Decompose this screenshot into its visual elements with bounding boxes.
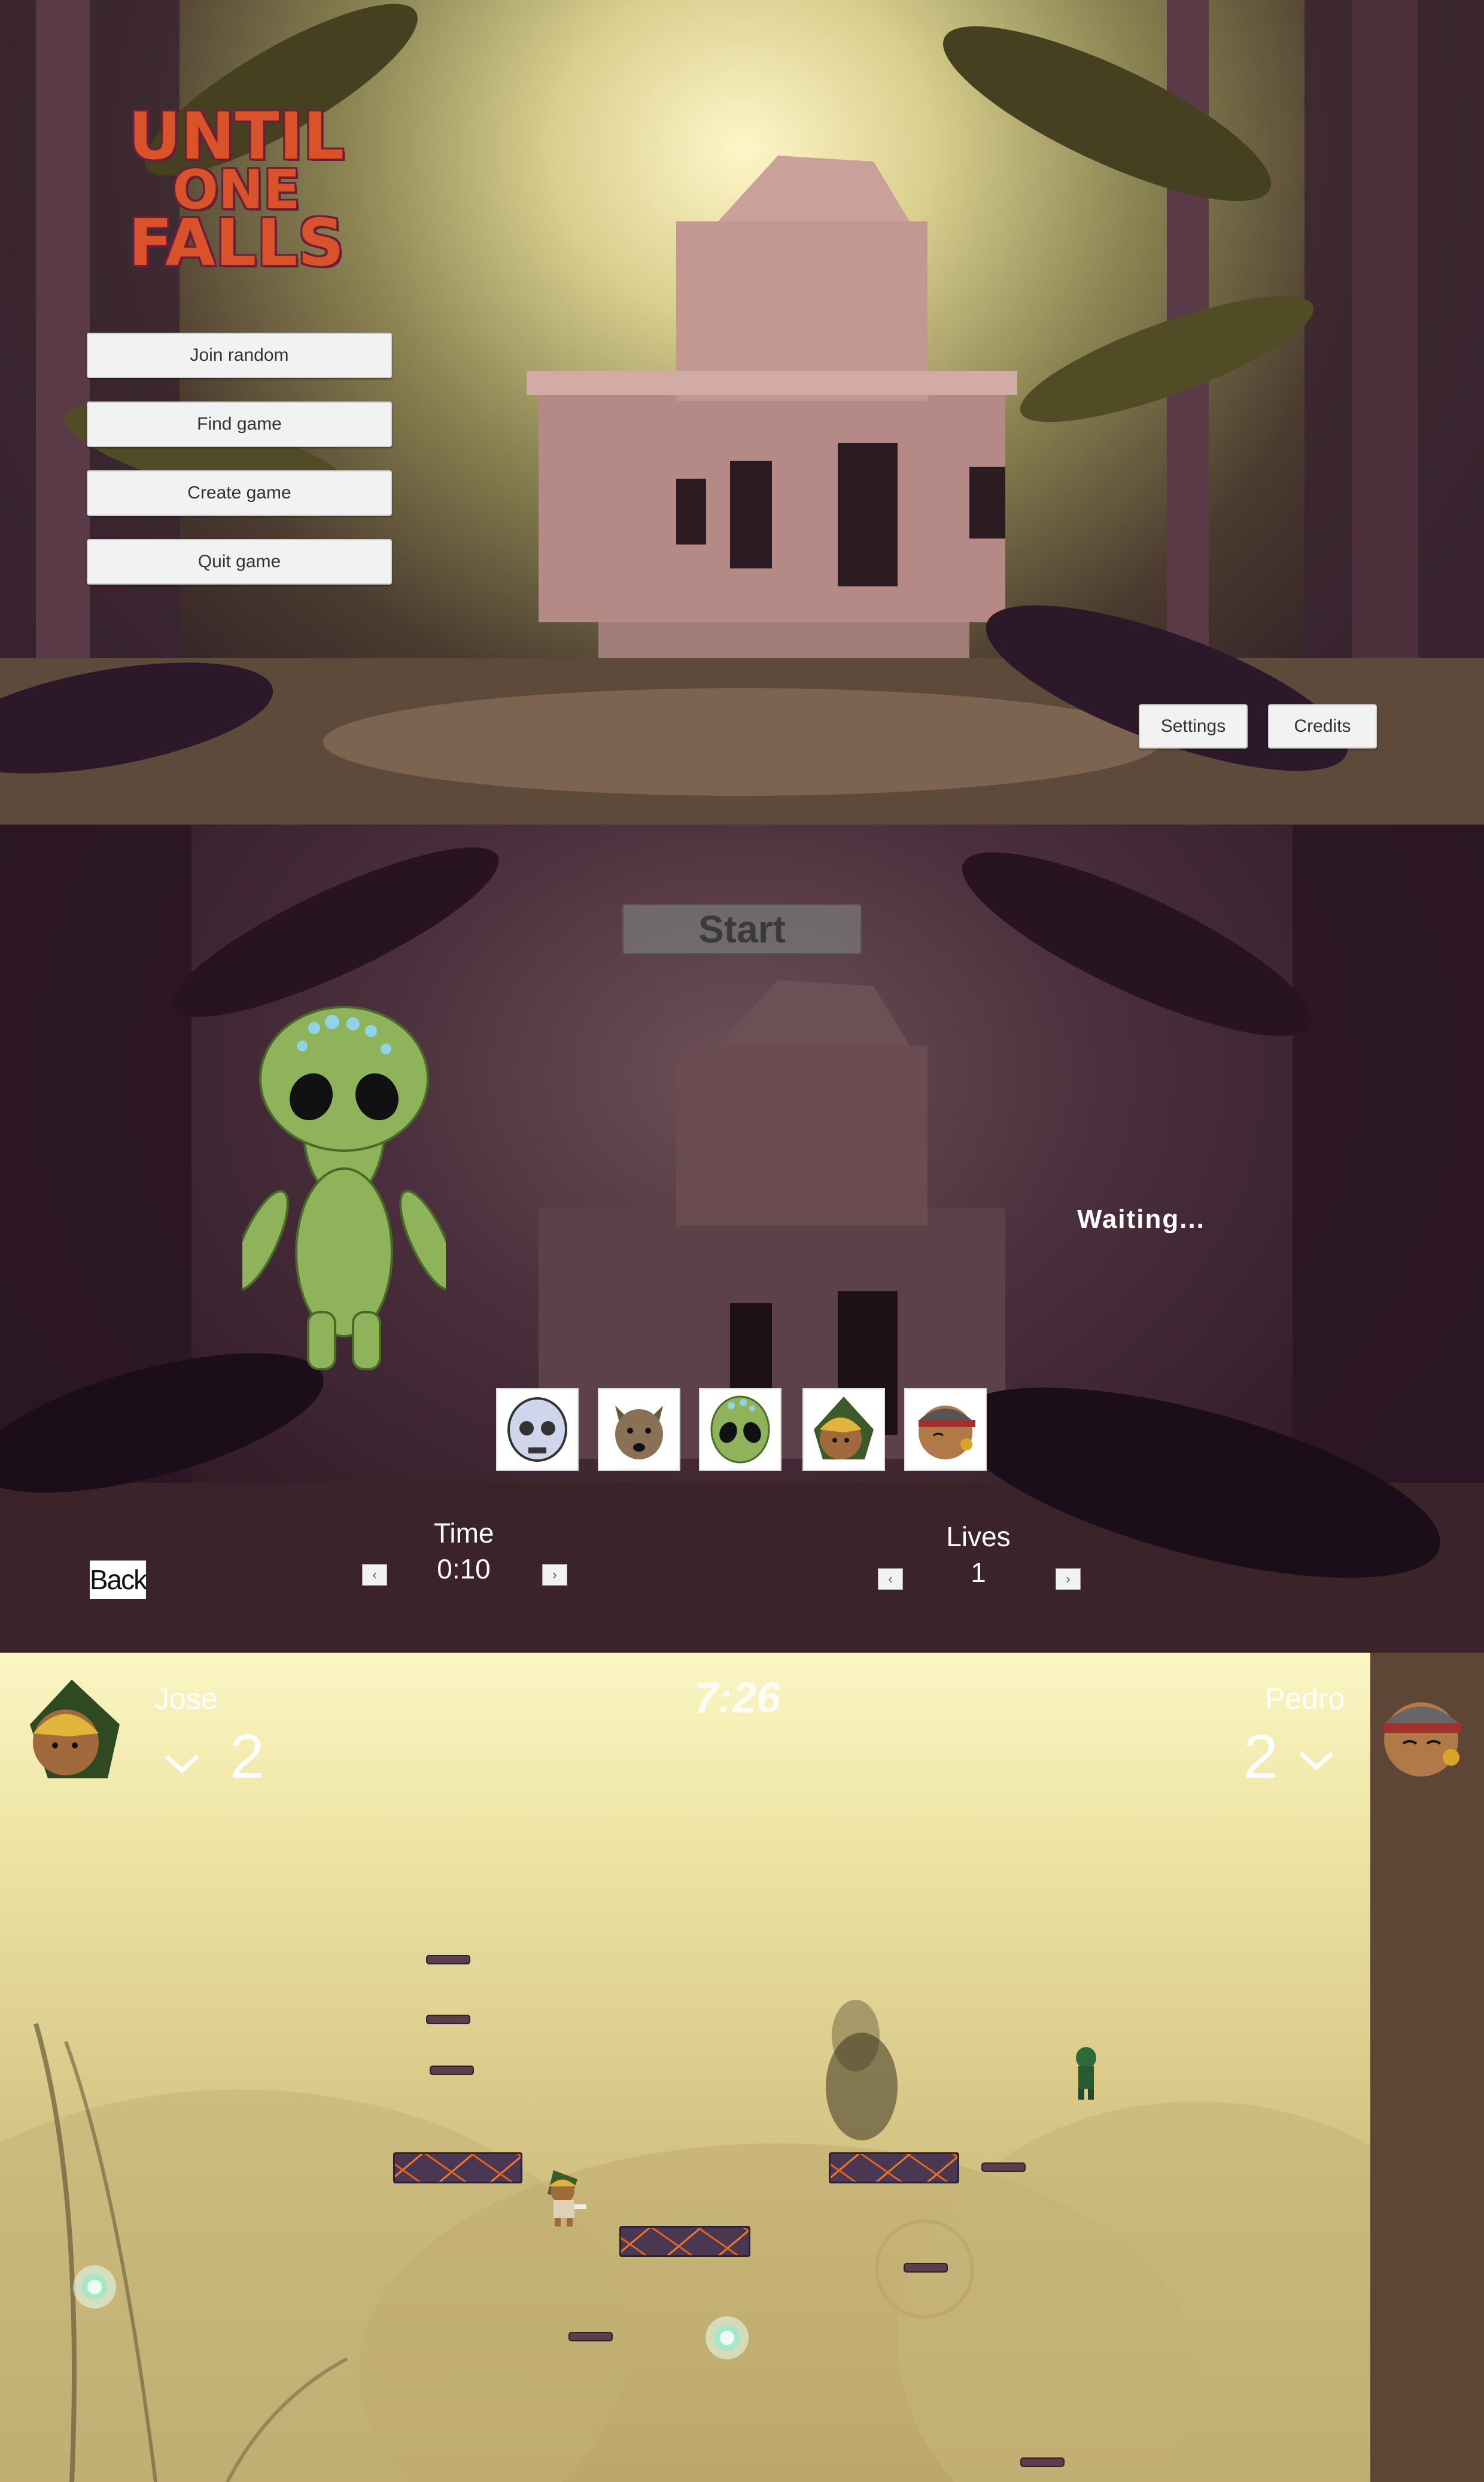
orb-pickup bbox=[73, 2265, 116, 2308]
settings-button[interactable]: Settings bbox=[1139, 704, 1248, 749]
start-button[interactable]: Start bbox=[622, 904, 862, 954]
alien-icon bbox=[710, 1395, 770, 1464]
join-random-button[interactable]: Join random bbox=[87, 333, 392, 378]
character-dog-option[interactable] bbox=[598, 1388, 680, 1471]
skull-icon bbox=[507, 1397, 567, 1462]
orb-pickup bbox=[705, 2316, 749, 2359]
waiting-status: Waiting... bbox=[1077, 1204, 1205, 1234]
aztec-warrior-icon bbox=[814, 1397, 874, 1459]
back-button[interactable]: Back bbox=[90, 1561, 147, 1599]
player1-name: Jose bbox=[154, 1682, 218, 1716]
player1-chevron-down-icon bbox=[165, 1754, 199, 1774]
selected-character-alien bbox=[242, 1006, 446, 1370]
floating-platform bbox=[981, 2162, 1026, 2172]
floating-platform bbox=[430, 2066, 474, 2075]
credits-button[interactable]: Credits bbox=[1268, 704, 1377, 749]
headband-warrior-icon bbox=[919, 1406, 975, 1459]
lives-value: 1 bbox=[971, 1557, 986, 1588]
lobby-screen: Start Waiting... Back Time 0:10 ‹ › Live… bbox=[0, 825, 1484, 1653]
character-skull-option[interactable] bbox=[496, 1388, 579, 1471]
dog-icon bbox=[615, 1406, 663, 1459]
player1-lives: 2 bbox=[230, 1722, 264, 1791]
floating-platform bbox=[904, 2263, 948, 2273]
floating-platform bbox=[568, 2332, 613, 2341]
quit-game-button[interactable]: Quit game bbox=[87, 539, 392, 585]
character-alien-option[interactable] bbox=[699, 1388, 781, 1471]
player2-avatar bbox=[1383, 1702, 1461, 1777]
player2-lives: 2 bbox=[1243, 1722, 1278, 1791]
player2-name: Pedro bbox=[1265, 1682, 1345, 1716]
create-game-button[interactable]: Create game bbox=[87, 470, 392, 516]
floating-platform bbox=[426, 1955, 470, 1964]
match-timer: 7:26 bbox=[694, 1674, 781, 1722]
lava-platform bbox=[393, 2152, 522, 2183]
time-increase-button[interactable]: › bbox=[542, 1564, 567, 1586]
game-logo: UNTIL ONE FALLS bbox=[117, 99, 356, 305]
main-menu-screen: UNTIL ONE FALLS Join random Find game Cr… bbox=[0, 0, 1484, 825]
floating-platform bbox=[1020, 2457, 1065, 2467]
lives-label: Lives bbox=[946, 1521, 1011, 1552]
character-aztec-warrior-option[interactable] bbox=[802, 1388, 885, 1471]
lives-decrease-button[interactable]: ‹ bbox=[878, 1568, 903, 1590]
time-value: 0:10 bbox=[437, 1553, 491, 1584]
player1-avatar bbox=[30, 1680, 120, 1778]
lava-platform bbox=[619, 2226, 750, 2257]
player2-character bbox=[1076, 2047, 1096, 2100]
player2-chevron-down-icon bbox=[1299, 1751, 1334, 1771]
logo-line-3: FALLS bbox=[128, 206, 345, 281]
time-decrease-button[interactable]: ‹ bbox=[362, 1564, 387, 1586]
arena-background bbox=[0, 2000, 1370, 2482]
player1-character bbox=[548, 2170, 586, 2226]
floating-platform bbox=[426, 2015, 470, 2024]
logo-line-1: UNTIL bbox=[128, 99, 345, 174]
lives-increase-button[interactable]: › bbox=[1056, 1568, 1081, 1590]
gameplay-screen: Jose 2 7:26 Pedro 2 bbox=[0, 1653, 1484, 2482]
character-headband-warrior-option[interactable] bbox=[904, 1388, 987, 1471]
find-game-button[interactable]: Find game bbox=[87, 402, 392, 447]
time-label: Time bbox=[434, 1517, 494, 1549]
lava-platform bbox=[829, 2152, 959, 2183]
